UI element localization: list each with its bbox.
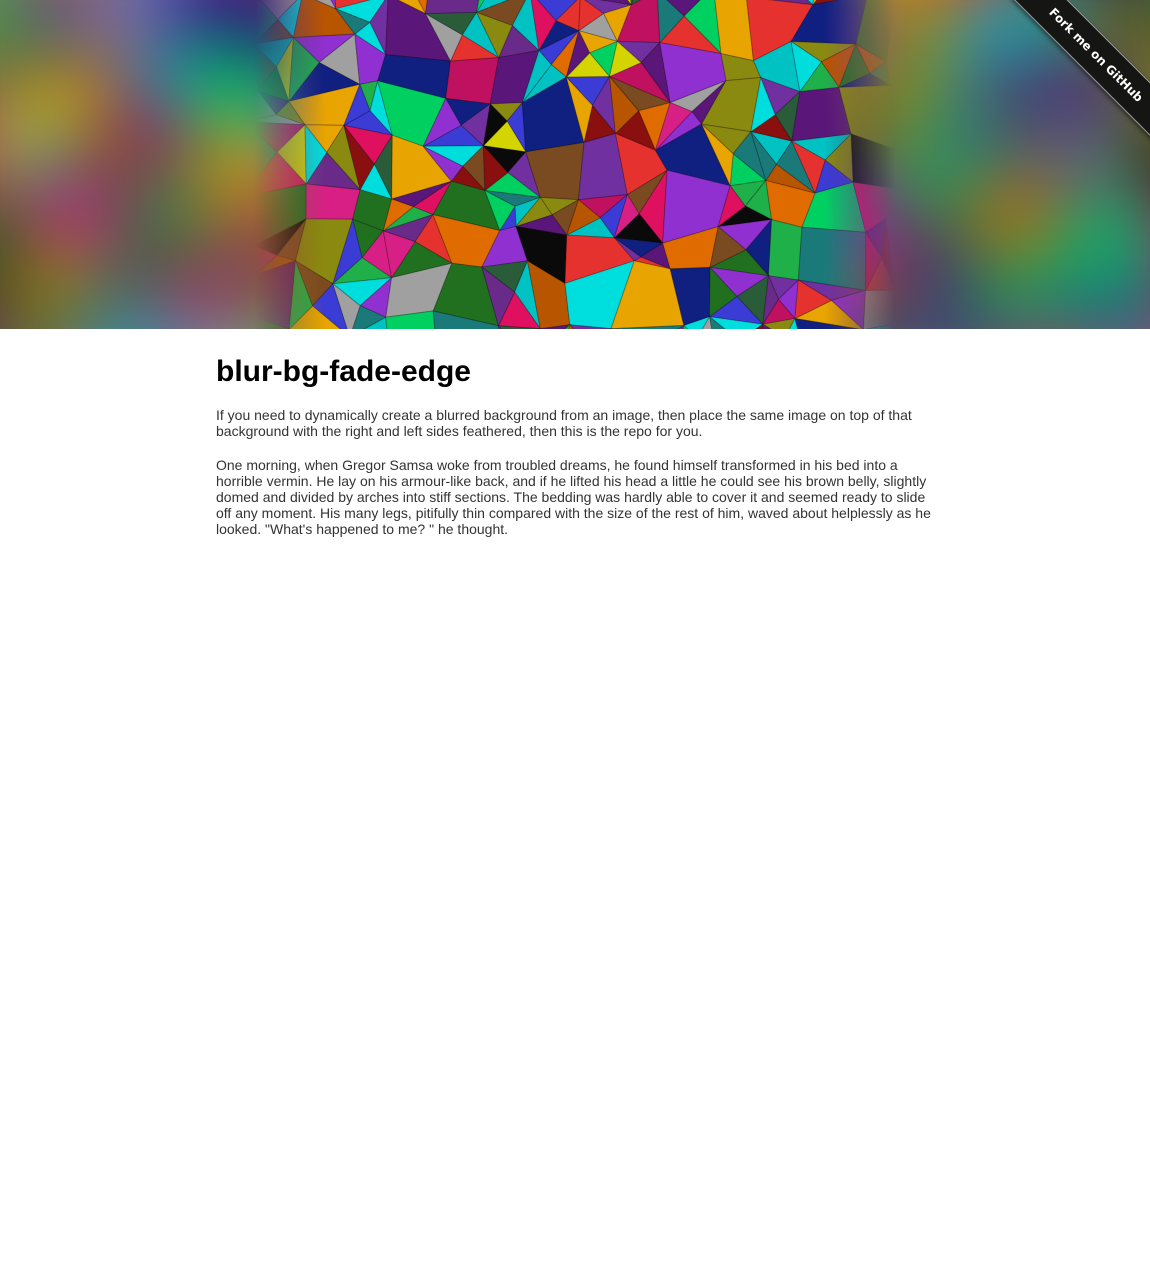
story-paragraph: One morning, when Gregor Samsa woke from… [216,457,931,537]
mosaic-tile [23,192,137,247]
mosaic-tile [767,218,803,281]
intro-paragraph: If you need to dynamically create a blur… [216,407,912,439]
mosaic-tile [305,183,361,220]
mosaic-tile [445,57,500,105]
page-title: blur-bg-fade-edge [216,355,471,388]
main-content: blur-bg-fade-edge If you need to dynamic… [216,329,934,537]
fork-on-github-ribbon[interactable]: Fork me on GitHub [1011,0,1150,140]
hero-mosaic-image [255,0,895,329]
github-ribbon-container: Fork me on GitHub [1000,0,1150,150]
hero-banner: Fork me on GitHub [0,0,1150,329]
mosaic-tile [1031,257,1150,329]
mosaic-tile [797,226,867,291]
mosaic-tile [863,289,895,329]
mosaic-tile [970,245,1041,329]
